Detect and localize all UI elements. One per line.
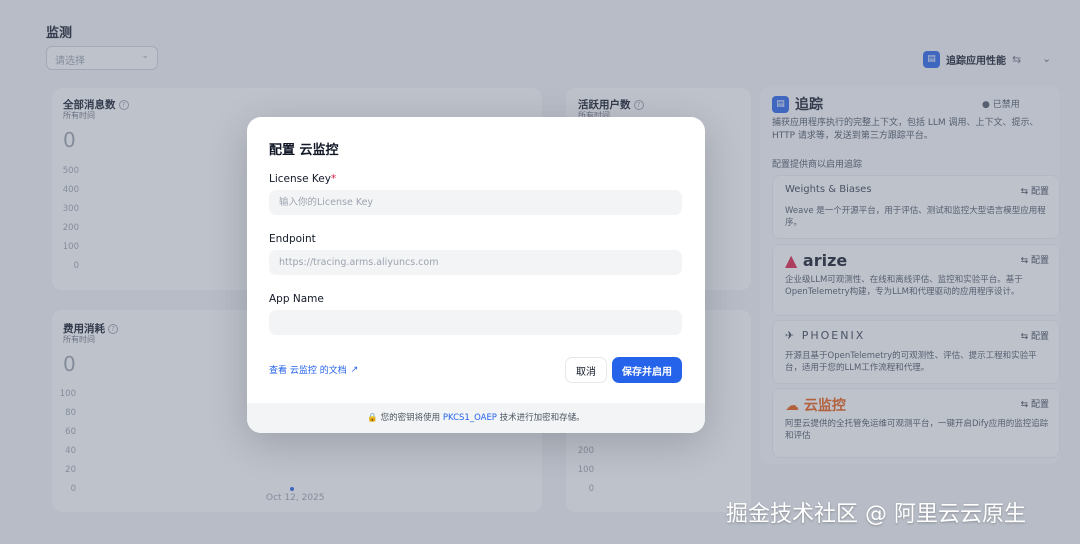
encryption-notice: 🔒 您的密钥将使用 PKCS1_OAEP 技术进行加密和存储。 bbox=[247, 403, 705, 433]
cancel-button[interactable]: 取消 bbox=[565, 357, 607, 383]
notice-suffix: 技术进行加密和存储。 bbox=[499, 413, 585, 423]
lock-icon: 🔒 bbox=[367, 413, 378, 423]
endpoint-label: Endpoint bbox=[269, 233, 316, 245]
app-name-input[interactable] bbox=[269, 310, 682, 335]
license-key-input[interactable] bbox=[269, 190, 682, 215]
save-and-enable-button[interactable]: 保存并启用 bbox=[612, 357, 682, 383]
notice-prefix: 您的密钥将使用 bbox=[380, 413, 441, 423]
app-name-label: App Name bbox=[269, 293, 324, 305]
docs-link-label: 查看 云监控 的文档 bbox=[269, 366, 347, 376]
license-key-label: License Key* bbox=[269, 173, 337, 185]
endpoint-input[interactable] bbox=[269, 250, 682, 275]
configure-cloud-monitor-dialog: 配置 云监控 License Key* Endpoint App Name 查看… bbox=[247, 117, 705, 433]
docs-link[interactable]: 查看 云监控 的文档 ↗ bbox=[269, 363, 359, 377]
dialog-title: 配置 云监控 bbox=[269, 143, 339, 158]
external-link-icon: ↗ bbox=[350, 364, 359, 375]
watermark: 掘金技术社区 @ 阿里云云原生 bbox=[726, 502, 1026, 527]
required-marker: * bbox=[330, 173, 337, 185]
notice-algorithm: PKCS1_OAEP bbox=[442, 413, 497, 423]
